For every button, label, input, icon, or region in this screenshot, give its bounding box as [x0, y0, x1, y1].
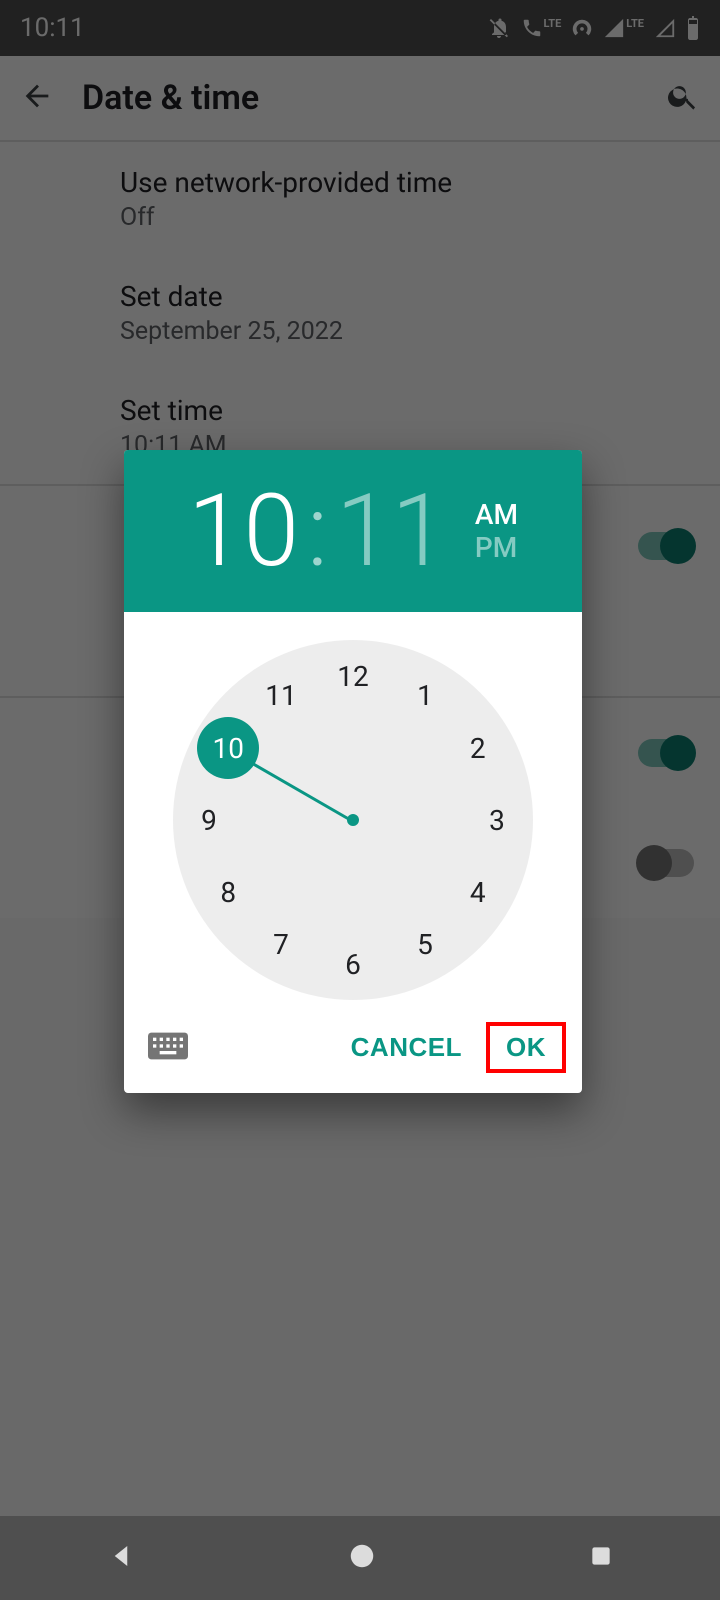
nav-recent-button[interactable] [588, 1543, 614, 1573]
minute-value[interactable]: 11 [336, 473, 447, 590]
am-option[interactable]: AM [475, 498, 518, 531]
clock-hour-9[interactable]: 9 [189, 800, 229, 840]
nav-home-button[interactable] [347, 1541, 377, 1575]
clock-hour-1[interactable]: 1 [405, 675, 445, 715]
clock-hour-8[interactable]: 8 [208, 872, 248, 912]
pm-option[interactable]: PM [475, 531, 518, 564]
screen: 10:11 LTE LTE Date & time Us [0, 0, 720, 1600]
clock-face[interactable]: 12 12 3 45678 9 1011 [173, 640, 533, 1000]
ok-button[interactable]: OK [488, 1024, 564, 1071]
nav-back-button[interactable] [106, 1541, 136, 1575]
clock-hour-6[interactable]: 6 [333, 944, 373, 984]
time-picker-dialog: 10 : 11 AM PM 121234567891011 CANCEL OK [124, 450, 582, 1093]
clock-face-container: 12 12 3 45678 9 1011 [124, 612, 582, 1010]
keyboard-input-button[interactable] [142, 1026, 194, 1070]
time-display: 10 : 11 [188, 473, 447, 590]
hour-value[interactable]: 10 [188, 473, 299, 590]
clock-hour-2[interactable]: 2 [458, 728, 498, 768]
cancel-button[interactable]: CANCEL [333, 1024, 480, 1071]
clock-hour-5[interactable]: 5 [405, 925, 445, 965]
ampm-selector: AM PM [475, 498, 518, 564]
time-colon: : [307, 473, 328, 590]
clock-hour-3[interactable]: 3 [477, 800, 517, 840]
clock-hour-12[interactable]: 12 [333, 656, 373, 696]
clock-hour-7[interactable]: 7 [261, 925, 301, 965]
clock-hour-selected[interactable]: 10 [197, 717, 259, 779]
navigation-bar [0, 1516, 720, 1600]
clock-hour-11[interactable]: 11 [261, 675, 301, 715]
dialog-actions: CANCEL OK [124, 1010, 582, 1093]
time-picker-header: 10 : 11 AM PM [124, 450, 582, 612]
clock-hour-4[interactable]: 4 [458, 872, 498, 912]
